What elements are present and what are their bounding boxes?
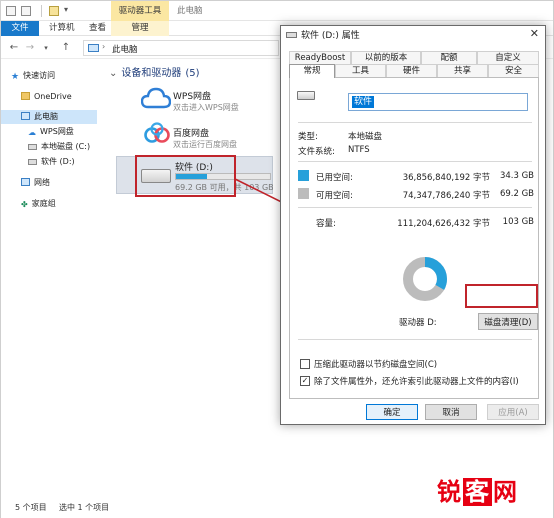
compress-label: 压缩此驱动器以节约磁盘空间(C) [314,360,438,370]
watermark-logo: 锐客网 [437,478,518,506]
disk-usage-donut [403,257,447,301]
apply-button[interactable]: 应用(A) [487,404,539,420]
volume-name-text: 软件 [352,96,375,108]
tab-readyboost[interactable]: ReadyBoost [289,51,351,64]
capacity-bytes: 111,204,626,432 字节 [397,219,490,229]
disk-cleanup-button[interactable]: 磁盘清理(D) [478,313,538,330]
capacity-label: 容量: [316,219,336,229]
drive-letter-label: 驱动器 D: [399,318,437,328]
dialog-tabs: ReadyBoost 以前的版本 配额 自定义 常规 工具 硬件 共享 安全 [289,51,539,78]
capacity-gb: 103 GB [502,217,534,227]
filesystem-label: 文件系统: [298,147,335,157]
divider [298,207,532,208]
tab-customize[interactable]: 自定义 [477,51,539,64]
properties-dialog: 软件 (D:) 属性 ✕ ReadyBoost 以前的版本 配额 自定义 常规 … [280,25,546,425]
used-space-gb: 34.3 GB [499,171,534,181]
filesystem-value: NTFS [348,145,370,155]
divider [298,122,532,123]
close-icon[interactable]: ✕ [530,27,539,40]
compress-checkbox[interactable] [300,359,310,369]
tab-quota[interactable]: 配额 [421,51,477,64]
divider [298,339,532,340]
cancel-button[interactable]: 取消 [425,404,477,420]
type-label: 类型: [298,132,318,142]
general-tab-panel: 软件 类型: 本地磁盘 文件系统: NTFS 已用空间: 36,856,840,… [289,77,539,399]
drive-icon [286,32,297,38]
tab-tools[interactable]: 工具 [335,64,386,77]
dialog-title: 软件 (D:) 属性 [301,31,360,41]
index-checkbox[interactable]: ✓ [300,376,310,386]
free-space-gb: 69.2 GB [499,189,534,199]
volume-name-input[interactable]: 软件 [348,93,528,111]
tab-previous-versions[interactable]: 以前的版本 [351,51,421,64]
drive-icon [297,91,315,100]
tab-sharing[interactable]: 共享 [437,64,488,77]
used-space-label: 已用空间: [316,173,353,183]
used-space-swatch [298,170,309,181]
free-space-bytes: 74,347,786,240 字节 [402,191,490,201]
tab-hardware[interactable]: 硬件 [386,64,437,77]
index-label: 除了文件属性外，还允许索引此驱动器上文件的内容(I) [314,377,519,387]
highlight-box-cleanup [465,284,538,308]
divider [298,161,532,162]
tab-general[interactable]: 常规 [289,64,335,78]
free-space-label: 可用空间: [316,191,353,201]
free-space-swatch [298,188,309,199]
ok-button[interactable]: 确定 [366,404,418,420]
used-space-bytes: 36,856,840,192 字节 [402,173,490,183]
tab-security[interactable]: 安全 [488,64,539,77]
type-value: 本地磁盘 [348,132,383,142]
